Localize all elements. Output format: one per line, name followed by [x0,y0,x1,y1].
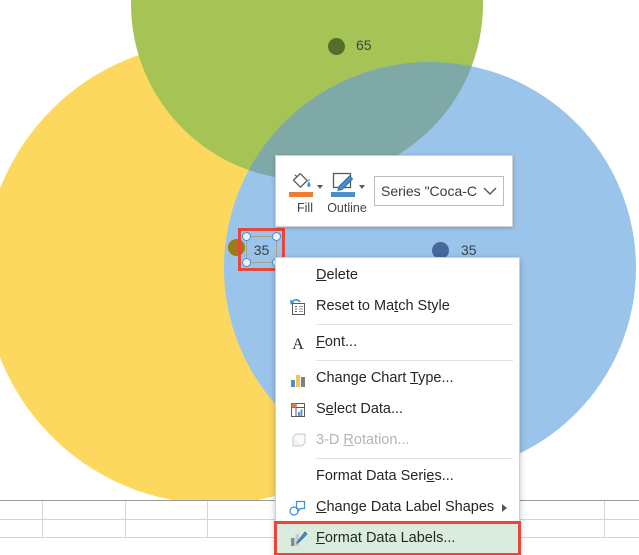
reset-style-icon [280,294,316,320]
context-menu[interactable]: Delete Reset to Match Style A Font... Change… [274,257,521,555]
selection-handle-bottom-left[interactable] [242,258,251,267]
submenu-arrow-icon [502,503,507,512]
context-menu-item-3-d-rotation: 3-D Rotation... [276,425,519,456]
fill-color-swatch [288,191,313,197]
fill-dropdown-caret-icon[interactable] [316,184,323,189]
menu-item-icon-placeholder [280,464,316,490]
context-menu-item-label: Change Data Label Shapes [316,499,495,516]
data-label-selected-text: 35 [253,241,270,258]
data-label-green[interactable]: 65 [356,38,372,52]
context-menu-item-label: Reset to Match Style [316,298,450,315]
context-menu-item-select-data[interactable]: Select Data... [276,394,519,425]
fill-icon-row [288,168,323,200]
worksheet-gridline-vertical [207,501,208,538]
outline-pencil-icon [330,170,356,198]
context-menu-item-label: Select Data... [316,401,404,418]
font-icon: A [280,330,316,356]
data-label-blue[interactable]: 35 [461,243,477,257]
context-menu-item-delete[interactable]: Delete [276,260,519,291]
context-menu-item-change-chart-type[interactable]: Change Chart Type... [276,363,519,394]
worksheet-gridline-vertical [604,501,605,538]
svg-text:A: A [292,336,304,353]
label-shapes-icon [280,495,316,521]
data-point-marker-green[interactable] [328,38,345,55]
context-menu-item-format-data-labels[interactable]: Format Data Labels... [274,521,521,555]
selection-handle-top-right[interactable] [272,232,281,241]
series-selector-value: Series "Coca-C [381,183,477,199]
format-labels-icon [280,526,316,552]
outline-button[interactable]: Outline [326,161,368,221]
context-menu-separator [316,360,513,361]
menu-item-icon-placeholder [280,263,316,289]
rotation-3d-icon [280,428,316,454]
context-menu-item-reset-to-match-style[interactable]: Reset to Match Style [276,291,519,322]
worksheet-gridline-vertical [125,501,126,538]
context-menu-item-change-data-label-shapes[interactable]: Change Data Label Shapes [276,492,519,523]
outline-color-swatch [330,191,355,197]
selection-handle-top-left[interactable] [242,232,251,241]
context-menu-item-label: Font... [316,334,358,351]
chart-type-icon [280,366,316,392]
select-data-icon [280,397,316,423]
context-menu-separator [316,458,513,459]
context-menu-item-label: Format Data Labels... [316,530,456,547]
context-menu-item-label: Delete [316,267,358,284]
outline-button-label: Outline [327,200,367,215]
chevron-down-icon[interactable] [477,185,503,197]
worksheet-gridline-vertical [42,501,43,538]
fill-button[interactable]: Fill [284,161,326,221]
context-menu-item-label: Change Chart Type... [316,370,454,387]
context-menu-item-label: Format Data Series... [316,468,454,485]
series-selector-combobox[interactable]: Series "Coca-C [374,176,504,206]
mini-format-toolbar[interactable]: Fill Outline Series "Coca-C [275,155,513,227]
context-menu-item-font[interactable]: A Font... [276,327,519,358]
context-menu-item-format-data-series[interactable]: Format Data Series... [276,461,519,492]
outline-dropdown-caret-icon[interactable] [358,184,365,189]
fill-bucket-icon [288,170,314,198]
context-menu-separator [316,324,513,325]
outline-icon-row [330,168,365,200]
context-menu-item-label: 3-D Rotation... [316,432,410,449]
fill-button-label: Fill [297,200,313,215]
